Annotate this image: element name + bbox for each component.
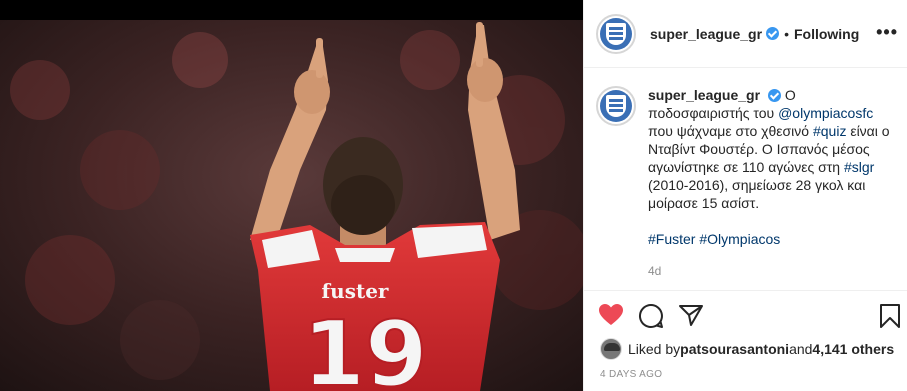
post-photo-illustration: fuster 19 bbox=[0, 0, 583, 391]
following-button[interactable]: Following bbox=[794, 26, 859, 42]
bookmark-icon[interactable] bbox=[879, 303, 901, 329]
hashtag-slgr-link[interactable]: #slgr bbox=[844, 159, 874, 175]
header-username[interactable]: super_league_gr bbox=[650, 26, 762, 42]
post-image[interactable]: fuster 19 bbox=[0, 0, 583, 391]
super-league-logo-icon bbox=[600, 17, 632, 50]
super-league-logo-icon bbox=[600, 90, 632, 122]
likes-middle: and bbox=[789, 341, 813, 357]
comment-icon[interactable] bbox=[638, 303, 664, 329]
caption-text-part: που ψάχναμε στο χθεσινό bbox=[648, 123, 813, 139]
mention-link[interactable]: @olympiacosfc bbox=[778, 105, 873, 121]
more-options-icon[interactable]: ••• bbox=[876, 22, 898, 43]
liker-username[interactable]: patsourasantoni bbox=[680, 341, 789, 357]
caption-text: super_league_gr Ο ποδοσφαιριστής του @ol… bbox=[648, 86, 896, 280]
liker-avatar[interactable] bbox=[600, 338, 622, 360]
heart-icon[interactable] bbox=[598, 303, 624, 327]
avatar[interactable] bbox=[596, 13, 636, 54]
hashtag-quiz-link[interactable]: #quiz bbox=[813, 123, 846, 139]
post-header: super_league_gr • Following ••• bbox=[584, 0, 907, 68]
caption-age[interactable]: 4d bbox=[648, 262, 896, 280]
caption: super_league_gr Ο ποδοσφαιριστής του @ol… bbox=[596, 86, 896, 280]
verified-badge-icon bbox=[767, 89, 781, 102]
shirt-name: fuster bbox=[322, 279, 389, 303]
photo-top-bar bbox=[0, 0, 583, 20]
post-side-panel: super_league_gr • Following ••• super_le… bbox=[583, 0, 907, 391]
action-bar bbox=[584, 290, 907, 340]
verified-badge-icon bbox=[766, 27, 780, 40]
post-timestamp[interactable]: 4 DAYS AGO bbox=[600, 369, 662, 380]
hashtag-olympiacos-link[interactable]: #Olympiacos bbox=[699, 231, 780, 247]
likes-summary: Liked by patsourasantoni and 4,141 other… bbox=[600, 338, 894, 360]
caption-hashtags: #Fuster #Olympiacos bbox=[648, 230, 896, 248]
shirt-number: 19 bbox=[302, 302, 427, 391]
caption-avatar[interactable] bbox=[596, 86, 636, 126]
hashtag-fuster-link[interactable]: #Fuster bbox=[648, 231, 695, 247]
likes-count[interactable]: 4,141 others bbox=[812, 341, 894, 357]
likes-prefix: Liked by bbox=[628, 341, 681, 357]
caption-text-part: (2010-2016), σημείωσε 28 γκολ και μοίρασ… bbox=[648, 177, 866, 211]
header-separator: • bbox=[784, 25, 789, 42]
share-icon[interactable] bbox=[678, 303, 704, 327]
caption-username[interactable]: super_league_gr bbox=[648, 87, 760, 103]
